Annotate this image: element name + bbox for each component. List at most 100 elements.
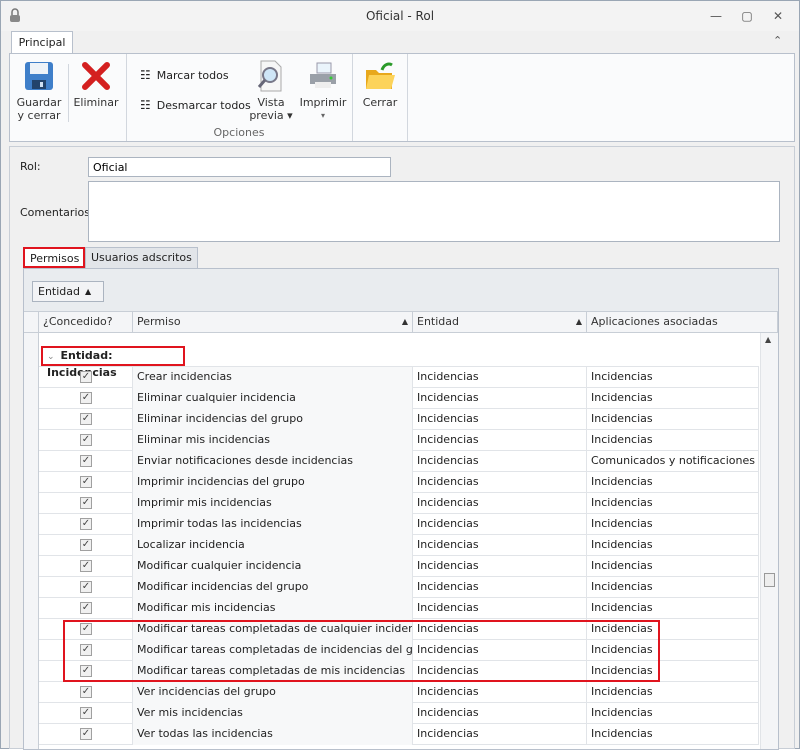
vertical-scrollbar[interactable]: ▲	[760, 333, 778, 749]
table-row[interactable]: ✓ Eliminar mis incidencias Incidencias I…	[39, 430, 759, 451]
concedido-checkbox[interactable]: ✓	[80, 560, 92, 572]
concedido-checkbox[interactable]: ✓	[80, 518, 92, 530]
save-and-close-button[interactable]: Guardar y cerrar	[14, 60, 64, 122]
concedido-checkbox[interactable]: ✓	[80, 602, 92, 614]
magnifier-page-icon	[255, 60, 287, 92]
permiso-cell: Eliminar cualquier incidencia	[133, 388, 413, 409]
aplicaciones-cell: Incidencias	[587, 556, 759, 577]
group-by-entidad-button[interactable]: Entidad ▲	[32, 281, 104, 302]
aplicaciones-cell: Incidencias	[587, 430, 759, 451]
mark-all-label: Marcar todos	[156, 68, 229, 82]
printer-icon	[307, 60, 339, 92]
delete-button[interactable]: Eliminar	[72, 60, 120, 109]
concedido-cell: ✓	[39, 409, 133, 430]
concedido-checkbox[interactable]: ✓	[80, 644, 92, 656]
concedido-checkbox[interactable]: ✓	[80, 581, 92, 593]
tab-usuarios-adscritos[interactable]: Usuarios adscritos	[85, 247, 198, 268]
table-row[interactable]: ✓ Ver incidencias del grupo Incidencias …	[39, 682, 759, 703]
group-by-panel: Entidad ▲	[24, 269, 778, 312]
print-button[interactable]: Imprimir ▾	[298, 60, 348, 122]
aplicaciones-cell: Incidencias	[587, 514, 759, 535]
table-row[interactable]: ✓ Modificar incidencias del grupo Incide…	[39, 577, 759, 598]
tab-permisos[interactable]: Permisos	[23, 247, 85, 268]
unmark-all-button[interactable]: ☷ Desmarcar todos	[140, 98, 251, 112]
table-row[interactable]: ✓ Modificar tareas completadas de cualqu…	[39, 619, 759, 640]
table-row[interactable]: ✓ Eliminar cualquier incidencia Incidenc…	[39, 388, 759, 409]
red-x-icon	[80, 60, 112, 92]
close-button[interactable]: Cerrar	[356, 60, 404, 109]
preview-label-1: Vista	[257, 96, 285, 109]
concedido-checkbox[interactable]: ✓	[80, 728, 92, 740]
concedido-cell: ✓	[39, 430, 133, 451]
folder-arrow-icon	[364, 60, 396, 92]
permiso-cell: Localizar incidencia	[133, 535, 413, 556]
table-row[interactable]: ✓ Ver todas las incidencias Incidencias …	[39, 724, 759, 745]
mark-all-button[interactable]: ☷ Marcar todos	[140, 68, 229, 82]
concedido-cell: ✓	[39, 514, 133, 535]
table-row[interactable]: ✓ Imprimir mis incidencias Incidencias I…	[39, 493, 759, 514]
column-header-entidad[interactable]: Entidad ▲	[413, 312, 587, 333]
table-row[interactable]: ✓ Imprimir todas las incidencias Inciden…	[39, 514, 759, 535]
permiso-cell: Imprimir incidencias del grupo	[133, 472, 413, 493]
table-row[interactable]: ✓ Modificar tareas completadas de incide…	[39, 640, 759, 661]
entidad-cell: Incidencias	[413, 367, 587, 388]
concedido-checkbox[interactable]: ✓	[80, 434, 92, 446]
permiso-cell: Imprimir todas las incidencias	[133, 514, 413, 535]
concedido-checkbox[interactable]: ✓	[80, 476, 92, 488]
concedido-checkbox[interactable]: ✓	[80, 665, 92, 677]
table-row[interactable]: ✓ Localizar incidencia Incidencias Incid…	[39, 535, 759, 556]
concedido-checkbox[interactable]: ✓	[80, 623, 92, 635]
table-row[interactable]: ✓ Ver mis incidencias Incidencias Incide…	[39, 703, 759, 724]
concedido-checkbox[interactable]: ✓	[80, 539, 92, 551]
permiso-cell: Modificar tareas completadas de mis inci…	[133, 661, 413, 682]
column-header-concedido[interactable]: ¿Concedido?	[39, 312, 133, 333]
concedido-checkbox[interactable]: ✓	[80, 413, 92, 425]
permiso-cell: Eliminar incidencias del grupo	[133, 409, 413, 430]
permiso-cell: Imprimir mis incidencias	[133, 493, 413, 514]
column-header-permiso[interactable]: Permiso ▲	[133, 312, 413, 333]
concedido-checkbox[interactable]: ✓	[80, 371, 92, 383]
aplicaciones-cell: Incidencias	[587, 535, 759, 556]
group-label: Entidad	[38, 285, 80, 298]
table-row[interactable]: ✓ Eliminar incidencias del grupo Inciden…	[39, 409, 759, 430]
concedido-cell: ✓	[39, 619, 133, 640]
entidad-cell: Incidencias	[413, 703, 587, 724]
ribbon-collapse-button[interactable]: ⌃	[773, 34, 782, 47]
sort-up-icon: ▲	[85, 287, 92, 296]
concedido-checkbox[interactable]: ✓	[80, 686, 92, 698]
ribbon: Guardar y cerrar Eliminar ☷ Marcar todos …	[9, 53, 795, 142]
aplicaciones-cell: Incidencias	[587, 577, 759, 598]
checklist-icon: ☷	[140, 68, 151, 82]
ribbon-tab-principal[interactable]: Principal	[11, 31, 73, 54]
table-row[interactable]: ✓ Crear incidencias Incidencias Incidenc…	[39, 367, 759, 388]
column-header-aplicaciones[interactable]: Aplicaciones asociadas	[587, 312, 778, 333]
print-preview-button[interactable]: Vista previa ▾	[246, 60, 296, 122]
entidad-cell: Incidencias	[413, 388, 587, 409]
concedido-checkbox[interactable]: ✓	[80, 497, 92, 509]
table-row[interactable]: ✓ Enviar notificaciones desde incidencia…	[39, 451, 759, 472]
comments-textarea[interactable]	[88, 181, 780, 242]
table-row[interactable]: ✓ Modificar mis incidencias Incidencias …	[39, 598, 759, 619]
collapse-chevron-icon[interactable]: ⌄	[47, 352, 55, 362]
group-row[interactable]: ⌄Entidad: Incidencias	[39, 346, 759, 379]
close-window-button[interactable]: ✕	[768, 7, 788, 25]
concedido-checkbox[interactable]: ✓	[80, 455, 92, 467]
scroll-up-icon[interactable]: ▲	[765, 335, 771, 344]
concedido-cell: ✓	[39, 493, 133, 514]
table-row[interactable]: ✓ Modificar cualquier incidencia Inciden…	[39, 556, 759, 577]
permiso-header-label: Permiso	[137, 315, 181, 328]
rol-input[interactable]	[88, 157, 391, 177]
maximize-button[interactable]: ▢	[737, 7, 757, 25]
permiso-cell: Crear incidencias	[133, 367, 413, 388]
minimize-button[interactable]: —	[706, 7, 726, 25]
concedido-checkbox[interactable]: ✓	[80, 707, 92, 719]
entidad-cell: Incidencias	[413, 514, 587, 535]
entidad-cell: Incidencias	[413, 619, 587, 640]
options-group-label: Opciones	[213, 126, 265, 139]
table-row[interactable]: ✓ Modificar tareas completadas de mis in…	[39, 661, 759, 682]
concedido-checkbox[interactable]: ✓	[80, 392, 92, 404]
concedido-cell: ✓	[39, 724, 133, 745]
table-row[interactable]: ✓ Imprimir incidencias del grupo Inciden…	[39, 472, 759, 493]
scroll-thumb[interactable]	[764, 573, 775, 587]
entidad-header-label: Entidad	[417, 315, 459, 328]
